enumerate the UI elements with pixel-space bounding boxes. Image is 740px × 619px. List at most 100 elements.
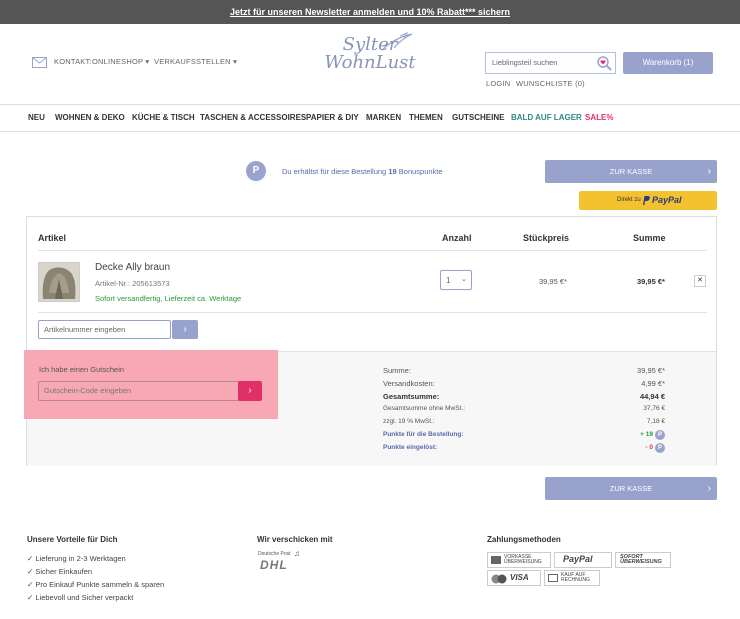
paypal-brand: PayPal	[652, 195, 682, 205]
points-icon: P	[655, 430, 665, 440]
cart-button[interactable]: Warenkorb (1)	[623, 52, 713, 74]
chevron-right-icon: ›	[707, 483, 711, 494]
voucher-section: Ich habe einen Gutschein Gutschein-Code …	[24, 350, 278, 419]
header-quantity: Anzahl	[442, 233, 472, 243]
checkout-label-bottom: ZUR KASSE	[609, 484, 653, 493]
bonus-text-after: Bonuspunkte	[398, 167, 443, 176]
advantages-title: Unsere Vorteile für Dich	[27, 535, 118, 544]
payment-title: Zahlungsmethoden	[487, 535, 561, 544]
login-link[interactable]: LOGIN	[486, 79, 510, 88]
advantage-item: ✓ Liebevoll und Sicher verpackt	[27, 593, 134, 602]
onlineshop-dropdown[interactable]: ONLINESHOP ▾	[92, 57, 149, 66]
nav-item-gutscheine[interactable]: GUTSCHEINE	[452, 113, 504, 122]
points-earned-label: Punkte für die Bestellung:	[383, 431, 464, 438]
advantage-item: ✓ Lieferung in 2-3 Werktagen	[27, 554, 126, 563]
chevron-right-icon: ›	[248, 385, 252, 396]
payment-cards: VISA	[487, 570, 541, 586]
payment-invoice: KAUF AUF RECHNUNG	[544, 570, 600, 586]
summary-value: 44,94 €	[639, 392, 665, 401]
newsletter-banner[interactable]: Jetzt für unseren Newsletter anmelden un…	[0, 0, 740, 24]
bonus-points-value: 19	[388, 167, 397, 176]
payment-label: KAUF AUF RECHNUNG	[561, 572, 590, 583]
nav-item-bald-auf-lager[interactable]: BALD AUF LAGER	[511, 113, 582, 122]
delivery-status: Sofort versandfertig, Lieferzeit ca. Wer…	[95, 294, 242, 303]
voucher-placeholder: Gutschein-Code eingeben	[44, 386, 132, 395]
voucher-submit-button[interactable]: ›	[238, 381, 262, 401]
quantity-select[interactable]: 1 ⌄	[440, 270, 472, 290]
nav-item-neu[interactable]: NEU	[28, 113, 45, 122]
dhl-text: DHL	[260, 558, 288, 572]
advantage-item: ✓ Pro Einkauf Punkte sammeln & sparen	[27, 580, 165, 589]
bonus-points-text: Du erhältst für diese Bestellung 19 Bonu…	[282, 167, 443, 176]
row-divider	[38, 312, 707, 313]
nav-item-kueche-tisch[interactable]: KÜCHE & TISCH	[132, 113, 195, 122]
payment-label: VORKASSE ÜBERWEISUNG	[504, 554, 542, 565]
chevron-right-icon: ›	[707, 166, 711, 177]
product-name[interactable]: Decke Ally braun	[95, 262, 170, 273]
points-redeemed-label: Punkte eingelöst:	[383, 444, 438, 451]
checkout-button-top[interactable]: ZUR KASSE ›	[545, 160, 717, 183]
summary-label: Versandkosten:	[383, 379, 435, 388]
advantage-text: Sicher Einkaufen	[35, 567, 93, 576]
payment-sofort: SOFORT ÜBERWEISUNG	[615, 552, 671, 568]
line-total: 39,95 €*	[637, 277, 665, 286]
payment-label: VISA	[510, 573, 529, 582]
payment-label: SOFORT ÜBERWEISUNG	[620, 554, 662, 565]
summary-row-net: Gesamtsumme ohne MwSt.: 37,76 €	[383, 405, 665, 412]
points-icon: P	[655, 443, 665, 453]
search-heart-icon[interactable]	[596, 55, 612, 71]
checkout-button-bottom[interactable]: ZUR KASSE ›	[545, 477, 717, 500]
product-sku: Artikel-Nr.: 205613573	[95, 279, 170, 288]
summary-label: Gesamtsumme ohne MwSt.:	[383, 405, 465, 412]
article-number-input[interactable]: Artikelnummer eingeben	[38, 320, 171, 339]
search-input[interactable]: Lieblingsteil suchen	[485, 52, 616, 74]
advantage-text: Liebevoll und Sicher verpackt	[35, 593, 134, 602]
site-header: KONTAKT: ONLINESHOP ▾ VERKAUFSSTELLEN ▾ …	[0, 24, 740, 104]
bonus-text-before: Du erhältst für diese Bestellung	[282, 167, 387, 176]
paypal-express-button[interactable]: Direkt zu PayPal	[579, 191, 717, 210]
summary-label: Summe:	[383, 366, 411, 375]
points-icon: P	[246, 161, 266, 181]
checkout-label-top: ZUR KASSE	[609, 167, 653, 176]
summary-row-vat: zzgl. 19 % MwSt.: 7,18 €	[383, 418, 665, 425]
summary-row-points-earned: Punkte für die Bestellung: + 19 P	[383, 430, 665, 440]
wishlist-link[interactable]: WUNSCHLISTE (0)	[516, 79, 585, 88]
nav-item-marken[interactable]: MARKEN	[366, 113, 401, 122]
points-redeemed-value: - 0	[645, 444, 653, 451]
advantage-text: Lieferung in 2-3 Werktagen	[35, 554, 126, 563]
logo-text-top: Sylter	[342, 34, 398, 55]
cart-table: Artikel Anzahl Stückpreis Summe Decke Al…	[26, 216, 717, 466]
advantage-text: Pro Einkauf Punkte sammeln & sparen	[35, 580, 165, 589]
paypal-logo-icon	[641, 195, 651, 205]
verkaufsstellen-label: VERKAUFSSTELLEN	[154, 57, 231, 66]
voucher-label: Ich habe einen Gutschein	[39, 365, 125, 374]
dhl-logo: Deutsche Post ♫ DHL	[258, 549, 308, 573]
onlineshop-label: ONLINESHOP	[92, 57, 144, 66]
nav-item-taschen[interactable]: TASCHEN & ACCESSOIRES	[200, 113, 306, 122]
search-placeholder: Lieblingsteil suchen	[492, 58, 558, 67]
payment-label: PayPal	[563, 554, 593, 564]
site-logo[interactable]: Sylter WohnLust	[322, 28, 418, 90]
bank-transfer-icon	[491, 556, 501, 564]
verkaufsstellen-dropdown[interactable]: VERKAUFSSTELLEN ▾	[154, 57, 237, 66]
header-unit-price: Stückpreis	[523, 233, 570, 243]
remove-item-button[interactable]: ✕	[694, 275, 706, 287]
mail-icon[interactable]	[32, 55, 47, 68]
product-thumbnail[interactable]	[38, 262, 80, 302]
nav-item-themen[interactable]: THEMEN	[409, 113, 443, 122]
article-number-submit[interactable]: ›	[172, 320, 198, 339]
summary-value: 4,99 €*	[641, 379, 665, 388]
summary-value: 37,76 €	[643, 405, 665, 412]
voucher-code-input[interactable]: Gutschein-Code eingeben	[38, 381, 239, 401]
advantage-item: ✓ Sicher Einkaufen	[27, 567, 93, 576]
payment-paypal: PayPal	[554, 552, 612, 568]
chevron-down-icon: ⌄	[461, 276, 467, 283]
nav-item-sale[interactable]: SALE%	[585, 113, 613, 122]
nav-item-wohnen-deko[interactable]: WOHNEN & DEKO	[55, 113, 125, 122]
paypal-prefix: Direkt zu	[617, 197, 641, 203]
summary-value: 7,18 €	[646, 418, 665, 425]
nav-item-papier-diy[interactable]: PAPIER & DIY	[306, 113, 359, 122]
invoice-icon	[548, 574, 558, 582]
unit-price: 39,95 €*	[539, 277, 567, 286]
contact-label: KONTAKT:	[54, 57, 92, 66]
